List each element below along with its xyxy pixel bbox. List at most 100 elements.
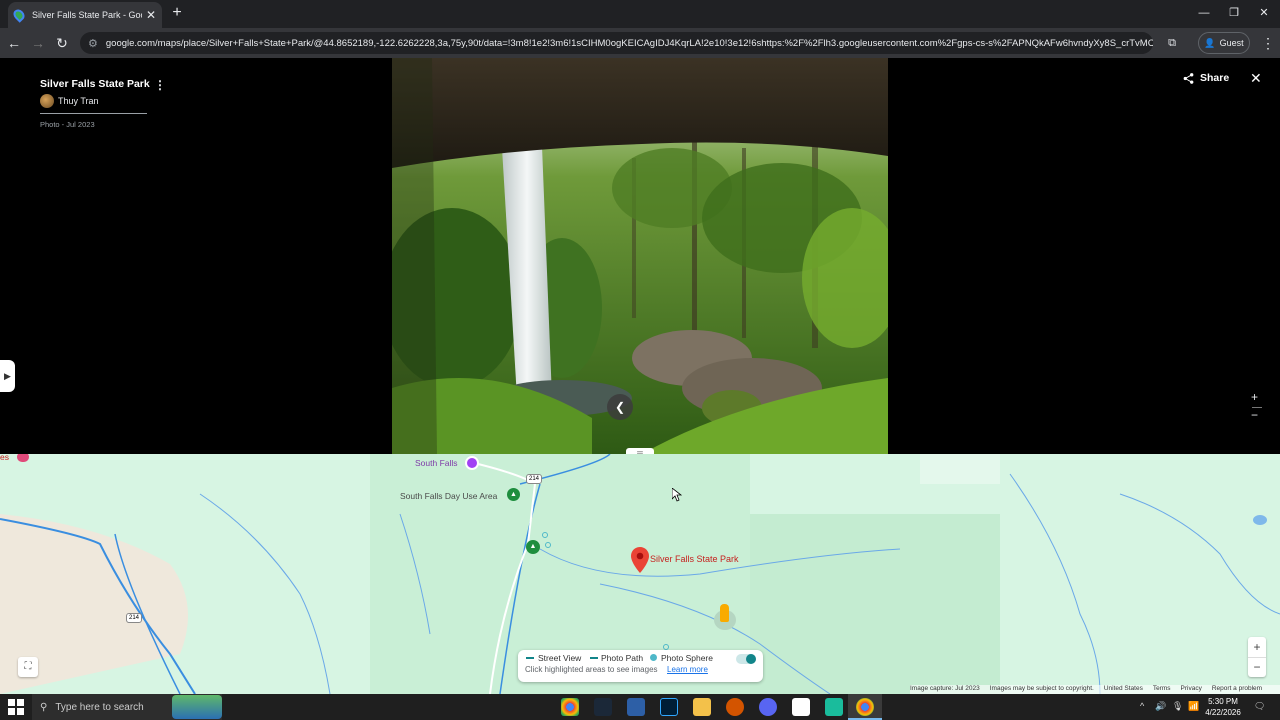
- pegman-icon[interactable]: [720, 604, 729, 622]
- microphone-icon[interactable]: 🎙: [1172, 701, 1183, 712]
- browser-tab[interactable]: Silver Falls State Park - Google ✕: [8, 2, 162, 28]
- photo-sphere-dot[interactable]: [545, 542, 551, 548]
- restore-button[interactable]: ❐: [1222, 4, 1246, 22]
- divider: [40, 113, 147, 114]
- zoom-out-icon[interactable]: −: [1251, 408, 1258, 422]
- previous-photo-button[interactable]: ❮: [607, 394, 633, 420]
- guest-profile-button[interactable]: 👤 Guest: [1198, 32, 1250, 54]
- map-zoom-control: + −: [1248, 637, 1266, 677]
- tab-bar: Silver Falls State Park - Google ✕ + — ❐…: [0, 0, 1280, 28]
- photo-path-label: Photo Path: [601, 653, 644, 663]
- zoom-in-icon[interactable]: +: [1251, 390, 1258, 404]
- omnibox[interactable]: ⚙ google.com/maps/place/Silver+Falls+Sta…: [80, 32, 1153, 54]
- site-info-icon[interactable]: ⚙: [88, 37, 98, 50]
- author-avatar: [40, 94, 54, 108]
- chrome-icon: [856, 698, 874, 716]
- place-marker-icon[interactable]: [631, 547, 649, 573]
- photo-path-swatch: [590, 657, 598, 659]
- park-map-label[interactable]: Silver Falls State Park: [650, 554, 739, 564]
- profile-icon: 👤: [1204, 37, 1216, 48]
- search-icon: ⚲: [40, 701, 48, 713]
- clock-date: 4/22/2026: [1205, 708, 1241, 717]
- fullscreen-icon[interactable]: ⛶: [18, 657, 38, 677]
- new-tab-button[interactable]: +: [168, 4, 186, 22]
- chrome-icon[interactable]: [561, 698, 579, 716]
- app-icon[interactable]: [825, 698, 843, 716]
- day-use-area-label[interactable]: South Falls Day Use Area: [400, 491, 497, 501]
- map-zoom-out-icon[interactable]: −: [1248, 657, 1266, 677]
- learn-more-link[interactable]: Learn more: [667, 665, 708, 674]
- forward-arrow-icon[interactable]: →: [28, 33, 48, 53]
- mouse-cursor-icon: [672, 488, 682, 502]
- install-app-icon[interactable]: ⧉: [1162, 33, 1182, 53]
- maps-favicon-icon: [11, 7, 27, 23]
- street-view-label: Street View: [538, 653, 582, 663]
- tab-title: Silver Falls State Park - Google: [32, 10, 142, 20]
- chrome-active-button[interactable]: [848, 694, 882, 720]
- street-view-swatch: [526, 657, 534, 659]
- discord-icon[interactable]: [759, 698, 777, 716]
- map-label-edge[interactable]: es: [0, 454, 9, 462]
- terms-link[interactable]: Terms: [1153, 685, 1171, 694]
- image-capture-text: Image capture: Jul 2023: [910, 685, 980, 692]
- map-zoom-in-icon[interactable]: +: [1248, 637, 1266, 657]
- photo-sphere-dot[interactable]: [542, 532, 548, 538]
- south-falls-label[interactable]: South Falls: [415, 458, 458, 468]
- south-falls-icon[interactable]: [465, 456, 479, 470]
- legend-hint: Click highlighted areas to see images: [525, 665, 658, 674]
- vscode-like-icon[interactable]: [627, 698, 645, 716]
- reload-icon[interactable]: ↻: [52, 33, 72, 53]
- waterfall-photo[interactable]: [392, 58, 888, 454]
- minimize-button[interactable]: —: [1192, 4, 1216, 22]
- browser-menu-icon[interactable]: ⋮: [1258, 33, 1278, 53]
- taskbar-clock[interactable]: 5:30 PM 4/22/2026: [1200, 696, 1246, 718]
- back-arrow-icon[interactable]: ←: [4, 33, 24, 53]
- windows-start-icon[interactable]: [8, 699, 24, 715]
- author-name[interactable]: Thuy Tran: [58, 96, 99, 106]
- search-placeholder: Type here to search: [55, 701, 144, 713]
- region-link[interactable]: United States: [1104, 685, 1143, 694]
- privacy-link[interactable]: Privacy: [1181, 685, 1202, 694]
- close-viewer-icon[interactable]: ✕: [1250, 70, 1262, 87]
- guest-label: Guest: [1219, 38, 1244, 48]
- steam-icon[interactable]: [594, 698, 612, 716]
- photo-sphere-swatch: [650, 654, 657, 661]
- more-options-icon[interactable]: ⋮: [154, 78, 166, 92]
- notifications-icon[interactable]: 🗨: [1254, 701, 1265, 712]
- street-view-legend: Street View Photo Path Photo Sphere Clic…: [518, 650, 763, 682]
- tab-close-icon[interactable]: ✕: [146, 8, 156, 22]
- network-icon[interactable]: 📶: [1188, 701, 1199, 712]
- photo-viewer: Silver Falls State Park ⋮ Thuy Tran Phot…: [0, 58, 1280, 458]
- search-highlight-image[interactable]: [172, 695, 222, 719]
- file-explorer-icon[interactable]: [693, 698, 711, 716]
- route-shield: 214: [126, 613, 142, 623]
- volume-icon[interactable]: 🔊: [1155, 701, 1166, 712]
- attraction-icon[interactable]: [17, 454, 29, 462]
- window-close-button[interactable]: ✕: [1252, 4, 1276, 22]
- report-problem-link[interactable]: Report a problem: [1212, 685, 1262, 694]
- app-icon[interactable]: [792, 698, 810, 716]
- url-text[interactable]: google.com/maps/place/Silver+Falls+State…: [106, 38, 1153, 49]
- route-shield: 214: [526, 474, 542, 484]
- address-bar-row: ← → ↻ ⚙ google.com/maps/place/Silver+Fal…: [0, 28, 1280, 58]
- share-icon: [1183, 72, 1194, 84]
- share-button[interactable]: Share: [1183, 72, 1229, 84]
- campground-icon[interactable]: ▲: [526, 540, 540, 554]
- photoshop-icon[interactable]: [660, 698, 678, 716]
- street-view-toggle[interactable]: [736, 654, 756, 664]
- app-icon[interactable]: [726, 698, 744, 716]
- author-row[interactable]: Thuy Tran: [40, 94, 99, 108]
- picnic-area-icon[interactable]: ▲: [507, 488, 520, 501]
- share-label: Share: [1200, 72, 1230, 84]
- photo-meta: Photo - Jul 2023: [40, 120, 95, 129]
- expand-side-panel-button[interactable]: ▶: [0, 360, 15, 392]
- copyright-text: Images may be subject to copyright.: [989, 685, 1094, 692]
- clock-time: 5:30 PM: [1208, 697, 1238, 706]
- map-panel[interactable]: es South Falls South Falls Day Use Area …: [0, 454, 1280, 694]
- map-attribution: Image capture: Jul 2023 Images may be su…: [910, 685, 1280, 694]
- photo-sphere-label: Photo Sphere: [661, 653, 713, 663]
- tray-chevron-icon[interactable]: ^: [1140, 701, 1144, 711]
- waterfall-photo-image: [392, 58, 888, 454]
- windows-taskbar: ⚲ Type here to search ^ 🔊 🎙 📶 5:30 PM 4/…: [0, 694, 1280, 720]
- place-title[interactable]: Silver Falls State Park: [40, 78, 150, 90]
